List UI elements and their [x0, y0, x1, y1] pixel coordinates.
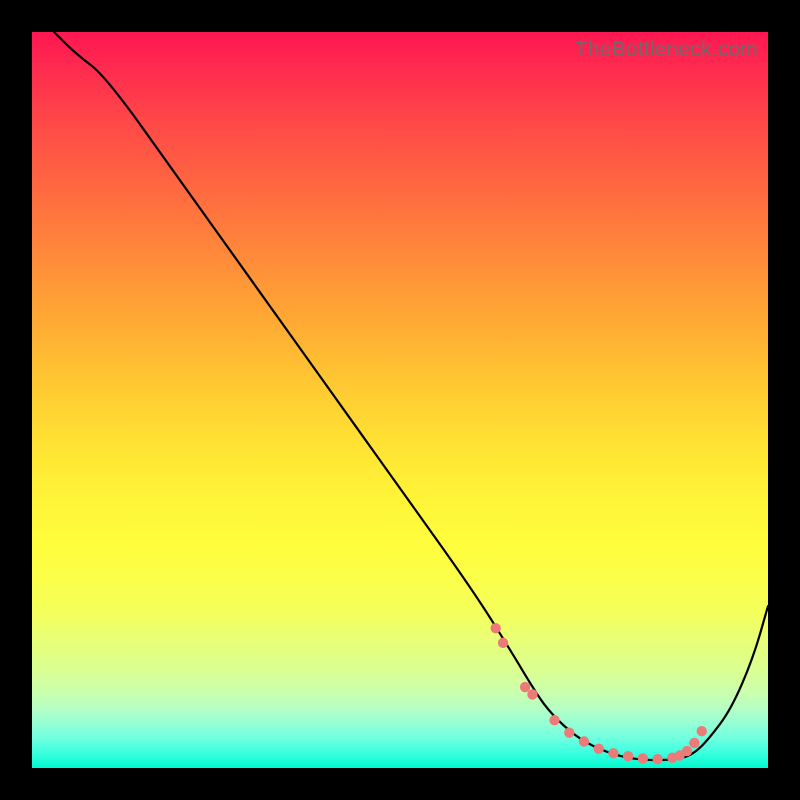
- marker-dot: [520, 682, 530, 692]
- marker-dot: [549, 715, 559, 725]
- marker-dot: [579, 736, 589, 746]
- marker-dot: [638, 753, 648, 763]
- marker-dot: [490, 623, 500, 633]
- marker-group: [490, 623, 706, 764]
- marker-dot: [689, 738, 699, 748]
- marker-dot: [608, 748, 618, 758]
- marker-dot: [682, 746, 692, 756]
- marker-dot: [594, 744, 604, 754]
- plot-area: TheBottleneck.com: [32, 32, 768, 768]
- marker-dot: [623, 751, 633, 761]
- marker-dot: [697, 726, 707, 736]
- bottleneck-curve: [54, 32, 768, 760]
- marker-dot: [498, 638, 508, 648]
- chart-frame: TheBottleneck.com: [0, 0, 800, 800]
- marker-dot: [564, 727, 574, 737]
- marker-dot: [652, 754, 662, 764]
- chart-svg: [32, 32, 768, 768]
- marker-dot: [527, 689, 537, 699]
